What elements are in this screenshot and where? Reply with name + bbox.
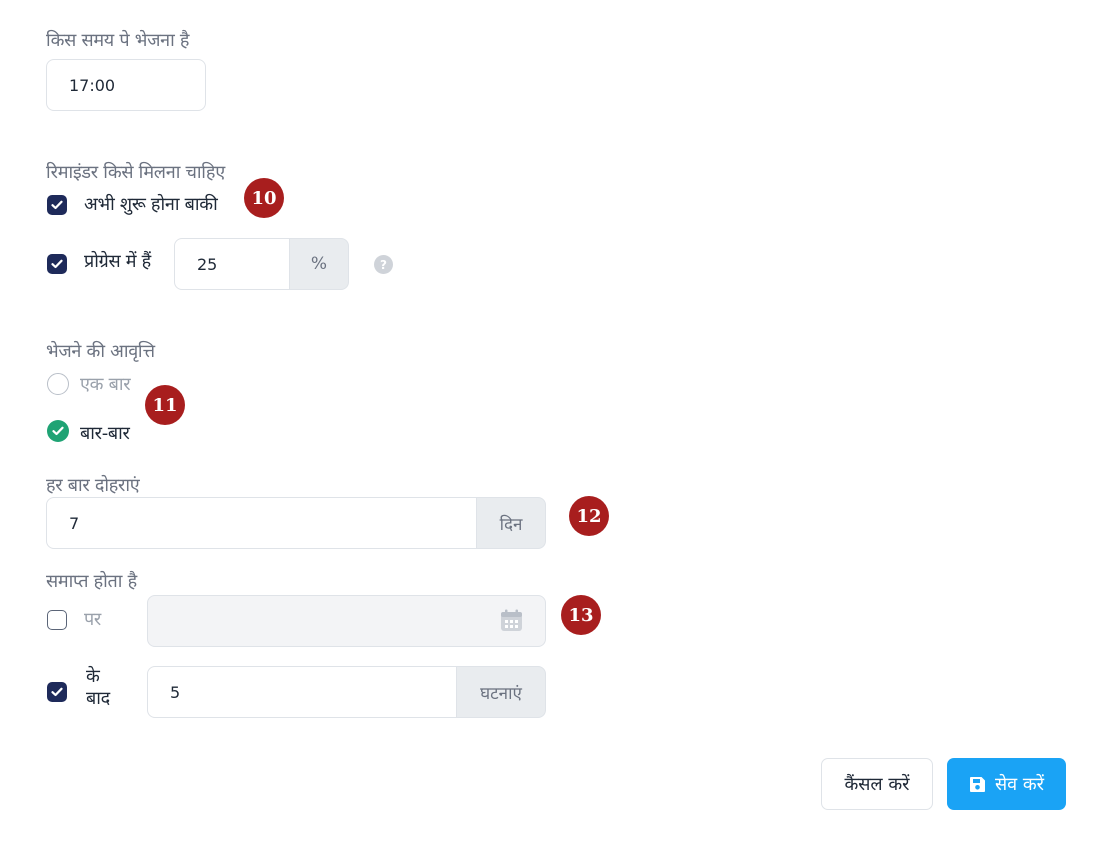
in-progress-label: प्रोग्रेस में हैं: [84, 251, 151, 272]
calendar-icon[interactable]: [499, 608, 524, 637]
in-progress-checkbox[interactable]: [47, 254, 67, 274]
repeat-every-label: हर बार दोहराएं: [46, 475, 140, 496]
ends-after-label-line1: के: [86, 666, 100, 687]
occurrences-input[interactable]: 5: [147, 666, 457, 718]
progress-percent-input[interactable]: 25: [174, 238, 290, 290]
not-started-label: अभी शुरू होना बाकी: [84, 194, 218, 215]
annotation-badge-12: 12: [569, 496, 609, 536]
save-button-label: सेव करें: [994, 774, 1045, 795]
days-addon: दिन: [476, 497, 546, 549]
help-icon[interactable]: ?: [374, 255, 393, 274]
once-radio[interactable]: [47, 373, 69, 395]
checkmark-icon: [51, 200, 63, 210]
ends-after-label-line2: बाद: [86, 688, 110, 709]
save-icon: [969, 776, 985, 792]
annotation-badge-10: 10: [244, 178, 284, 218]
checkmark-icon: [51, 687, 63, 697]
cancel-button[interactable]: कैंसल करें: [821, 758, 933, 810]
reminder-recipients-label: रिमाइंडर किसे मिलना चाहिए: [46, 162, 225, 183]
ends-after-checkbox[interactable]: [47, 682, 67, 702]
occurrences-addon: घटनाएं: [456, 666, 546, 718]
ends-on-checkbox[interactable]: [47, 610, 67, 630]
save-button[interactable]: सेव करें: [947, 758, 1066, 810]
recurring-label: बार-बार: [80, 423, 130, 444]
checkmark-icon: [52, 426, 64, 436]
frequency-label: भेजने की आवृत्ति: [46, 341, 155, 362]
recurring-radio[interactable]: [47, 420, 69, 442]
repeat-interval-input[interactable]: 7: [46, 497, 477, 549]
checkmark-icon: [51, 259, 63, 269]
ends-after-label: के बाद: [86, 666, 110, 710]
ends-on-label: पर: [84, 609, 101, 630]
percent-addon: %: [289, 238, 349, 290]
time-label: किस समय पे भेजना है: [46, 30, 190, 51]
once-label: एक बार: [80, 374, 131, 395]
annotation-badge-13: 13: [561, 595, 601, 635]
annotation-badge-11: 11: [145, 385, 185, 425]
ends-label: समाप्त होता है: [46, 571, 137, 592]
time-input[interactable]: 17:00: [46, 59, 206, 111]
end-date-input[interactable]: [147, 595, 546, 647]
not-started-checkbox[interactable]: [47, 195, 67, 215]
